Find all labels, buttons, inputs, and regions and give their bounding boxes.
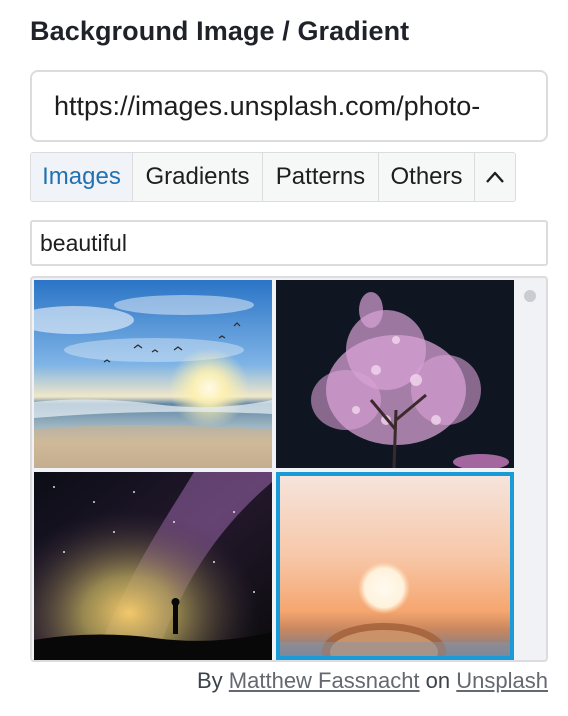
beach-sunset-image xyxy=(34,280,272,468)
image-tile-milky-way[interactable] xyxy=(34,472,272,660)
collapse-toggle-button[interactable] xyxy=(475,153,515,201)
author-link[interactable]: Matthew Fassnacht xyxy=(229,668,420,693)
photo-credit: By Matthew Fassnacht on Unsplash xyxy=(197,668,548,694)
image-gallery xyxy=(30,276,548,662)
chevron-up-icon xyxy=(486,171,504,183)
background-url-input[interactable] xyxy=(30,70,548,142)
gallery-scrollbar[interactable] xyxy=(524,290,536,302)
tab-others[interactable]: Others xyxy=(379,153,475,201)
image-tile-beach-sunset[interactable] xyxy=(34,280,272,468)
credit-prefix: By xyxy=(196,668,223,693)
milky-way-image xyxy=(34,472,272,660)
tab-images[interactable]: Images xyxy=(31,153,133,201)
sunrise-orb-image xyxy=(280,476,510,656)
image-tile-blossom-tree[interactable] xyxy=(276,280,514,468)
tab-gradients[interactable]: Gradients xyxy=(133,153,263,201)
tab-patterns[interactable]: Patterns xyxy=(263,153,379,201)
image-search-input[interactable] xyxy=(30,220,548,266)
image-tile-sunrise-orb[interactable] xyxy=(276,472,514,660)
credit-middle: on xyxy=(425,668,451,693)
source-tabs: Images Gradients Patterns Others xyxy=(30,152,516,202)
unsplash-link[interactable]: Unsplash xyxy=(456,668,548,693)
panel-title: Background Image / Gradient xyxy=(30,16,410,46)
blossom-tree-image xyxy=(276,280,514,468)
